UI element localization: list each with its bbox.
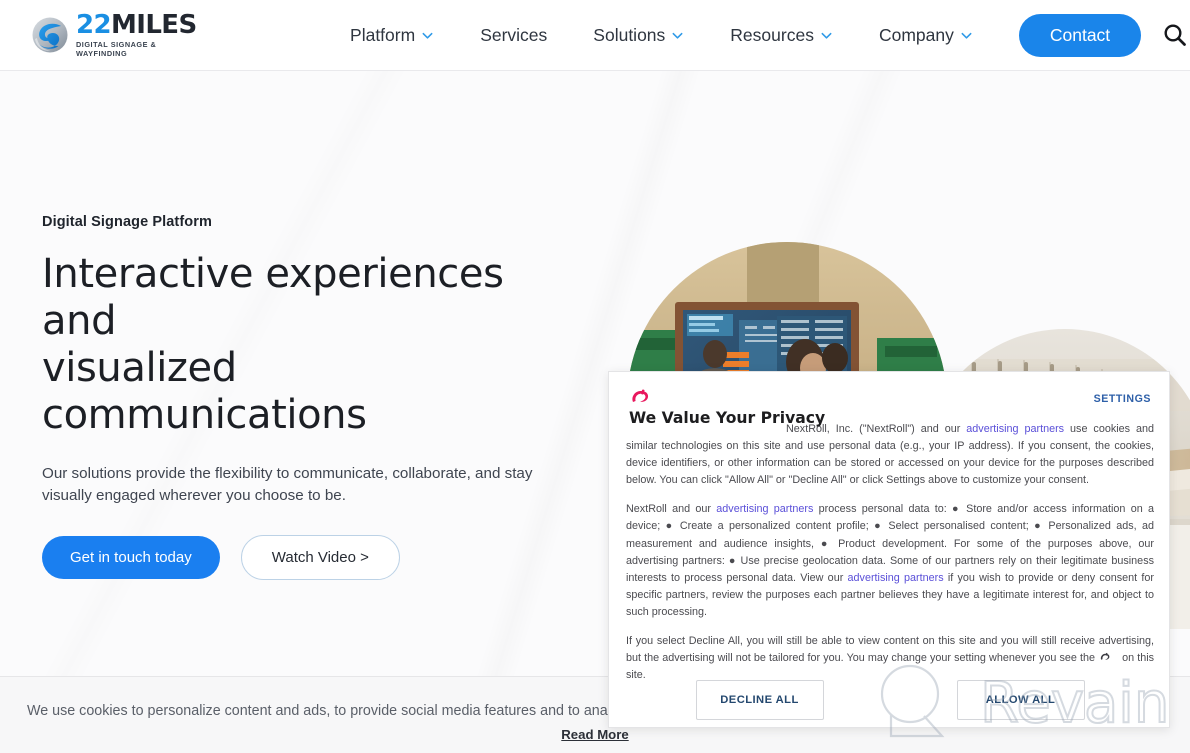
p2-text-a: NextRoll and our bbox=[626, 503, 717, 516]
page-root: 22MILES DIGITAL SIGNAGE & WAYFINDING Pla… bbox=[0, 0, 1190, 753]
nav-label: Company bbox=[878, 24, 954, 45]
logo-word-secondary: MILES bbox=[110, 10, 197, 40]
nextroll-settings-icon[interactable] bbox=[1099, 651, 1111, 661]
nav-item-company[interactable]: Company bbox=[856, 25, 996, 46]
nextroll-logo-icon bbox=[629, 389, 651, 405]
advertising-partners-link[interactable]: advertising partners bbox=[716, 503, 813, 515]
hero-subhead: Our solutions provide the flexibility to… bbox=[42, 465, 533, 504]
nav-item-platform[interactable]: Platform bbox=[327, 25, 457, 46]
headline-line-1: Interactive experiences and bbox=[42, 251, 504, 344]
nav-label: Platform bbox=[350, 24, 416, 45]
privacy-consent-dialog: We Value Your Privacy SETTINGS NextRoll,… bbox=[608, 371, 1170, 728]
cookie-read-more-link[interactable]: Read More bbox=[0, 727, 1190, 742]
chevron-down-icon bbox=[671, 29, 684, 42]
privacy-dialog-body: NextRoll, Inc. ("NextRoll") and our adve… bbox=[626, 421, 1154, 684]
contact-button[interactable]: Contact bbox=[1018, 13, 1142, 57]
hero-cta-row: Get in touch today Watch Video > bbox=[42, 535, 572, 580]
chevron-down-icon bbox=[421, 29, 434, 42]
site-header: 22MILES DIGITAL SIGNAGE & WAYFINDING Pla… bbox=[0, 0, 1190, 71]
privacy-paragraph-3: If you select Decline All, you will stil… bbox=[626, 633, 1154, 684]
nav-item-resources[interactable]: Resources bbox=[707, 25, 856, 46]
nav-label: Services bbox=[480, 24, 548, 45]
p1-text-a: NextRoll, Inc. ("NextRoll") and our bbox=[786, 423, 967, 435]
nav-label: Solutions bbox=[593, 24, 666, 45]
nav-item-services[interactable]: Services bbox=[457, 25, 570, 46]
watch-video-button[interactable]: Watch Video > bbox=[240, 535, 400, 580]
headline-line-2: visualized communications bbox=[42, 345, 367, 438]
chevron-down-icon bbox=[960, 29, 973, 42]
hero-eyebrow: Digital Signage Platform bbox=[42, 214, 212, 230]
privacy-paragraph-2: NextRoll and our advertising partners pr… bbox=[626, 501, 1154, 621]
settings-link[interactable]: SETTINGS bbox=[1094, 393, 1151, 405]
site-logo[interactable]: 22MILES DIGITAL SIGNAGE & WAYFINDING bbox=[31, 12, 209, 58]
allow-all-button[interactable]: ALLOW ALL bbox=[956, 680, 1085, 720]
nav-item-solutions[interactable]: Solutions bbox=[570, 25, 707, 46]
p3-text-a: If you select Decline All, you will stil… bbox=[626, 635, 1154, 665]
22miles-sphere-logo-icon bbox=[31, 16, 69, 54]
nav-label: Resources bbox=[730, 24, 814, 45]
chevron-down-icon bbox=[820, 29, 833, 42]
logo-wordmark: 22MILES DIGITAL SIGNAGE & WAYFINDING bbox=[76, 12, 209, 58]
get-in-touch-button[interactable]: Get in touch today bbox=[42, 536, 220, 579]
advertising-partners-link[interactable]: advertising partners bbox=[848, 572, 944, 584]
logo-word-primary: 22 bbox=[76, 10, 112, 40]
decline-all-button[interactable]: DECLINE ALL bbox=[695, 680, 824, 720]
logo-tagline: DIGITAL SIGNAGE & WAYFINDING bbox=[76, 40, 157, 58]
search-icon[interactable] bbox=[1160, 20, 1190, 50]
privacy-paragraph-1: NextRoll, Inc. ("NextRoll") and our adve… bbox=[626, 421, 1154, 489]
hero-copy: Digital Signage Platform Interactive exp… bbox=[42, 214, 572, 580]
main-navigation: Platform Services Solutions Resources Co… bbox=[327, 25, 996, 46]
privacy-dialog-actions: DECLINE ALL ALLOW ALL bbox=[609, 680, 1169, 720]
page-title: Interactive experiences and visualized c… bbox=[42, 251, 572, 439]
advertising-partners-link[interactable]: advertising partners bbox=[966, 423, 1064, 435]
